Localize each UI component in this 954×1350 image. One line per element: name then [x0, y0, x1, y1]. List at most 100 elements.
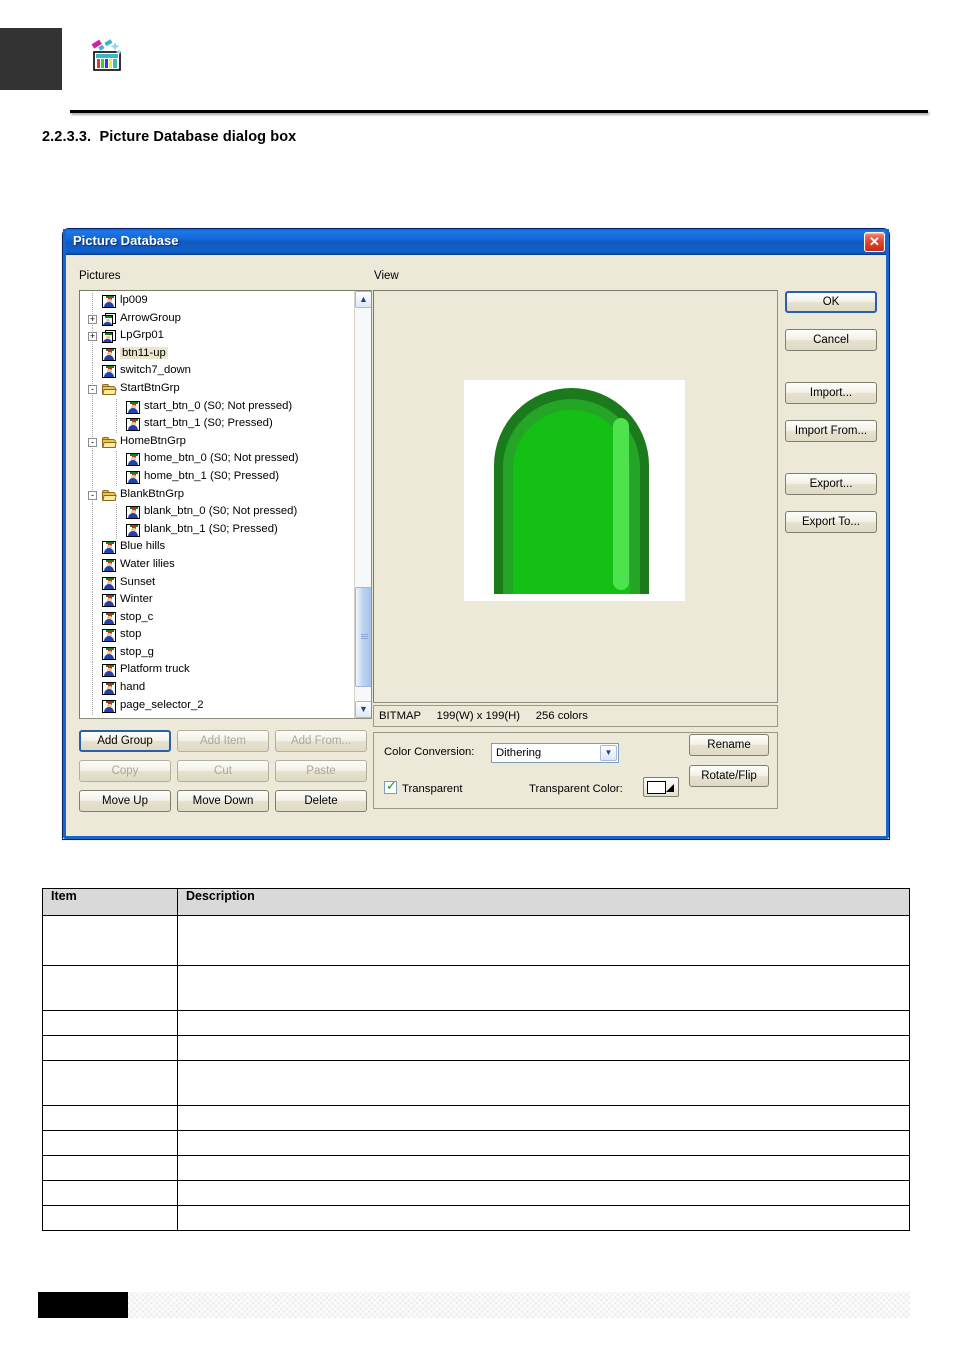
tree-guide-line — [92, 539, 93, 557]
tree-item[interactable]: + LpGrp01 — [80, 328, 354, 346]
tree-item-label: page_selector_2 — [120, 698, 204, 711]
tree-item[interactable]: - StartBtnGrp — [80, 380, 354, 399]
tree-item[interactable]: Blue hills — [80, 539, 354, 557]
scrollbar-thumb[interactable] — [355, 587, 371, 687]
tree-item[interactable]: Water lilies — [80, 556, 354, 575]
tree-item-label: home_btn_1 (S0; Pressed) — [144, 469, 280, 482]
chevron-down-icon[interactable]: ▼ — [355, 701, 371, 718]
export-to-button[interactable]: Export To... — [785, 511, 877, 533]
transparent-color-picker[interactable] — [643, 777, 679, 797]
tree-item-label: hand — [120, 681, 146, 694]
table-cell-description — [177, 1205, 910, 1231]
picture-icon — [102, 629, 116, 643]
table-cell-item — [42, 965, 178, 1011]
tree-item[interactable]: hand — [80, 680, 354, 698]
arch-highlight — [613, 418, 629, 590]
picture-icon — [126, 506, 140, 520]
tree-item-label: lp009 — [120, 294, 148, 306]
transparent-checkbox[interactable]: ✓ — [384, 779, 397, 794]
add-group-button[interactable]: Add Group — [79, 730, 171, 752]
pictures-tree[interactable]: lp009 + ArrowGroup + LpGrp01 btn11-up switch7_… — [79, 290, 372, 719]
import-from-button[interactable]: Import From... — [785, 420, 877, 442]
table-row — [42, 965, 910, 1011]
delete-button[interactable]: Delete — [275, 790, 367, 812]
tree-item-label: switch7_down — [120, 364, 191, 377]
expand-icon[interactable]: + — [88, 332, 97, 342]
export-button[interactable]: Export... — [785, 473, 877, 495]
ok-button[interactable]: OK — [785, 291, 877, 313]
tree-item[interactable]: stop_c — [80, 609, 354, 628]
dialog-titlebar[interactable]: Picture Database ✕ — [63, 229, 889, 255]
tree-guide-line — [116, 416, 117, 434]
picture-icon — [102, 558, 116, 572]
close-icon[interactable]: ✕ — [864, 232, 885, 252]
table-cell-description — [177, 965, 910, 1011]
tree-item[interactable]: - HomeBtnGrp — [80, 433, 354, 452]
tree-item[interactable]: lp009 — [80, 293, 354, 311]
tree-item[interactable]: Sunset — [80, 574, 354, 593]
picture-database-dialog: Picture Database ✕ Pictures View lp009 + A… — [62, 228, 890, 840]
add-item-button: Add Item — [177, 730, 269, 752]
tree-guide-line — [92, 504, 93, 522]
picture-icon — [102, 295, 116, 308]
table-cell-description — [177, 1105, 910, 1131]
tree-item[interactable]: home_btn_0 (S0; Not pressed) — [80, 451, 354, 469]
pictures-tree-list[interactable]: lp009 + ArrowGroup + LpGrp01 btn11-up switch7_… — [80, 293, 354, 718]
table-row — [42, 1130, 910, 1156]
tree-item[interactable]: blank_btn_0 (S0; Not pressed) — [80, 504, 354, 522]
picture-icon — [126, 470, 140, 484]
tree-item[interactable]: start_btn_1 (S0; Pressed) — [80, 416, 354, 434]
tree-item[interactable]: Winter — [80, 592, 354, 610]
tree-guide-line — [116, 451, 117, 469]
table-cell-item — [42, 1105, 178, 1131]
pictures-tree-scrollbar[interactable]: ▲ ▼ — [354, 291, 371, 718]
tree-item[interactable]: btn11-up — [80, 345, 354, 364]
dialog-title: Picture Database — [73, 233, 179, 248]
tree-item[interactable]: Platform truck — [80, 662, 354, 681]
folder-icon — [102, 436, 117, 449]
tree-item[interactable]: stop_g — [80, 644, 354, 663]
collapse-icon[interactable]: - — [88, 437, 97, 447]
tree-item-label: stop — [120, 628, 142, 641]
picture-database-icon — [88, 38, 124, 74]
check-icon: ✓ — [386, 779, 397, 794]
tree-item[interactable]: stop — [80, 627, 354, 645]
tree-item[interactable]: switch7_down — [80, 363, 354, 381]
picture-icon — [102, 611, 116, 625]
header-black-block — [0, 28, 62, 90]
collapse-icon[interactable]: - — [88, 490, 97, 500]
tree-item[interactable]: blank_btn_1 (S0; Pressed) — [80, 521, 354, 540]
color-conversion-select[interactable]: Dithering ▼ — [491, 743, 619, 763]
tree-item-label: Water lilies — [120, 557, 175, 570]
folder-icon — [102, 383, 117, 396]
cancel-button[interactable]: Cancel — [785, 329, 877, 351]
tree-item[interactable]: page_selector_2 — [80, 697, 354, 716]
tree-item[interactable]: + ArrowGroup — [80, 310, 354, 329]
tree-item[interactable]: start_btn_0 (S0; Not pressed) — [80, 398, 354, 417]
rotate-flip-button[interactable]: Rotate/Flip — [689, 765, 769, 787]
expand-icon[interactable]: + — [88, 314, 97, 324]
move-down-button[interactable]: Move Down — [177, 790, 269, 812]
collapse-icon[interactable]: - — [88, 384, 97, 394]
arch-shape — [494, 388, 649, 594]
tree-item[interactable]: - BlankBtnGrp — [80, 486, 354, 505]
pictures-label: Pictures — [79, 270, 121, 282]
move-up-button[interactable]: Move Up — [79, 790, 171, 812]
section-number: 2.2.3.3. — [42, 129, 92, 145]
chevron-up-icon[interactable]: ▲ — [355, 291, 371, 308]
table-cell-item — [42, 1205, 178, 1231]
rename-button[interactable]: Rename — [689, 734, 769, 756]
table-header-description: Description — [177, 888, 910, 916]
import-button[interactable]: Import... — [785, 382, 877, 404]
picture-icon — [102, 541, 116, 555]
tree-item[interactable]: home_btn_1 (S0; Pressed) — [80, 468, 354, 487]
folder-icon — [102, 489, 117, 502]
picture-icon — [126, 523, 140, 537]
tree-item-label: blank_btn_1 (S0; Pressed) — [144, 522, 278, 535]
table-cell-description — [177, 1035, 910, 1061]
table-cell-description — [177, 1155, 910, 1181]
table-cell-item — [42, 915, 178, 966]
tree-item-label: stop_c — [120, 610, 154, 623]
chevron-down-icon[interactable]: ▼ — [600, 745, 617, 761]
tree-guide-line — [92, 363, 93, 381]
